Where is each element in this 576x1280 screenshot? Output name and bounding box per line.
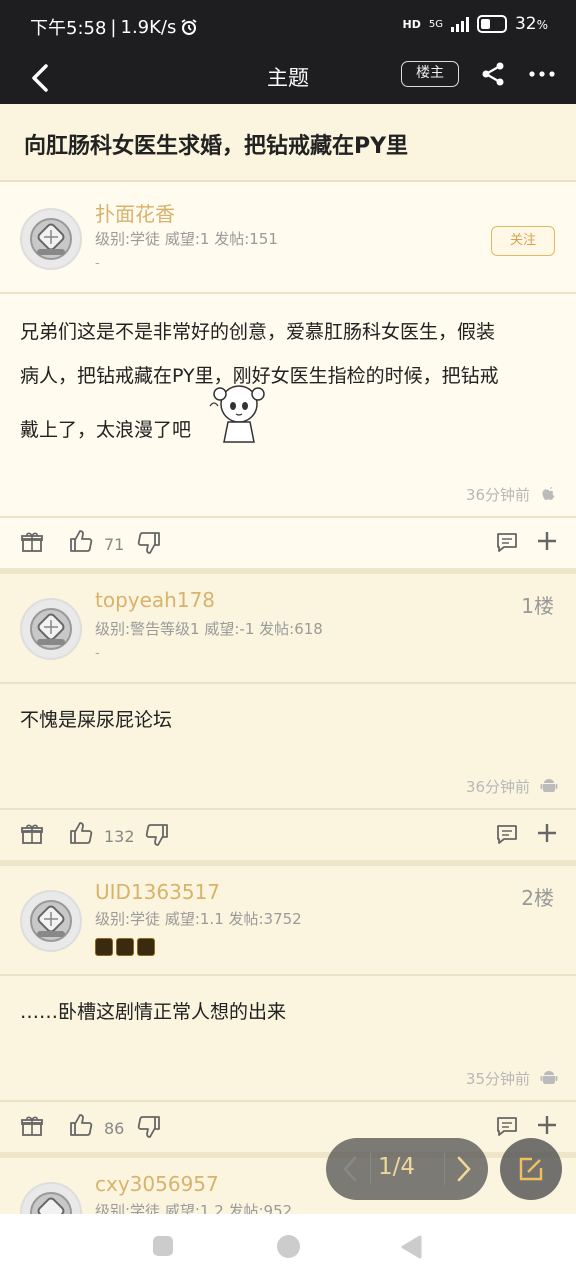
like-icon[interactable]: [68, 820, 94, 846]
android-icon: [540, 1071, 558, 1084]
post-time: 35分钟前: [465, 1070, 530, 1088]
edit-icon: [519, 1157, 543, 1181]
battery-icon: [476, 15, 507, 33]
content-line: 病人，把钻戒藏在PY里，刚好女医生指检的时候，把钻戒: [20, 365, 499, 387]
user-meta: 级别:学徒 威望:1 发帖:151: [95, 230, 278, 248]
android-icon: [540, 779, 558, 792]
topic-header: 向肛肠科女医生求婚，把钻戒藏在PY里: [0, 104, 576, 182]
status-separator: |: [110, 16, 117, 38]
pager-separator: [370, 1153, 371, 1185]
dislike-icon[interactable]: [144, 822, 170, 848]
signal-icon: [450, 16, 469, 32]
add-icon[interactable]: [536, 822, 558, 844]
divider: [0, 808, 576, 810]
comment-icon[interactable]: [495, 530, 519, 554]
post-reply: cxy3056957 级别:学徒 威望:1.2 发帖:952: [0, 1158, 576, 1214]
post-reply: UID1363517 级别:学徒 威望:1.1 发帖:3752 2楼 ……卧槽这…: [0, 866, 576, 1152]
status-time: 下午5:58: [30, 18, 107, 39]
previous-page-icon[interactable]: [340, 1154, 360, 1184]
post-time: 36分钟前: [465, 486, 530, 504]
back-button-icon[interactable]: [400, 1235, 422, 1259]
post-content: ……卧槽这剧情正常人想的出来: [20, 1001, 287, 1023]
page-navigator: 1/4: [326, 1138, 488, 1200]
user-badges: [95, 938, 155, 956]
divider: [0, 682, 576, 684]
helmet-avatar-icon: [30, 1192, 72, 1214]
gift-icon[interactable]: [20, 530, 44, 554]
pager-separator: [444, 1153, 445, 1185]
avatar[interactable]: [20, 208, 82, 270]
helmet-avatar-icon: [30, 218, 72, 260]
user-meta: 级别:学徒 威望:1.1 发帖:3752: [95, 910, 302, 928]
user-signature: -: [95, 646, 100, 661]
content-line: 戴上了，太浪漫了吧: [20, 419, 192, 441]
gift-icon[interactable]: [20, 1114, 44, 1138]
top-nav-bar: 主题 楼主: [0, 52, 576, 104]
helmet-avatar-icon: [30, 900, 72, 942]
like-icon[interactable]: [68, 1112, 94, 1138]
comment-icon[interactable]: [495, 1114, 519, 1138]
user-meta: 级别:警告等级1 威望:-1 发帖:618: [95, 620, 323, 638]
apple-icon: [542, 487, 555, 500]
post-reply: topyeah178 级别:警告等级1 威望:-1 发帖:618 - 1楼 不愧…: [0, 574, 576, 860]
recent-apps-button[interactable]: [153, 1236, 173, 1256]
avatar[interactable]: [20, 890, 82, 952]
post-original: 扑面花香 级别:学徒 威望:1 发帖:151 - 关注 兄弟们这是不是非常好的创…: [0, 182, 576, 568]
topic-title: 向肛肠科女医生求婚，把钻戒藏在PY里: [24, 134, 409, 159]
badge-icon: [137, 938, 155, 956]
anime-sticker-icon: [209, 385, 265, 443]
divider: [0, 292, 576, 294]
dislike-icon[interactable]: [136, 530, 162, 556]
dislike-icon[interactable]: [136, 1114, 162, 1140]
network-label: 5G: [428, 18, 443, 30]
comment-icon[interactable]: [495, 822, 519, 846]
badge-icon: [95, 938, 113, 956]
post-content: 兄弟们这是不是非常好的创意，爱慕肛肠科女医生，假装 病人，把钻戒藏在PY里，刚好…: [20, 310, 558, 452]
divider: [0, 516, 576, 518]
floor-number: 1楼: [521, 594, 554, 618]
divider: [0, 974, 576, 976]
like-icon[interactable]: [68, 528, 94, 554]
like-count: 86: [104, 1119, 125, 1138]
username[interactable]: UID1363517: [95, 880, 220, 904]
more-options-icon[interactable]: [528, 61, 556, 87]
next-page-icon[interactable]: [454, 1154, 474, 1184]
page-indicator[interactable]: 1/4: [378, 1154, 415, 1180]
add-icon[interactable]: [536, 530, 558, 552]
username[interactable]: topyeah178: [95, 588, 215, 612]
avatar[interactable]: [20, 598, 82, 660]
like-count: 71: [104, 535, 125, 554]
user-signature: -: [95, 256, 100, 271]
owner-only-button[interactable]: 楼主: [401, 61, 459, 87]
home-button[interactable]: [277, 1235, 300, 1258]
user-meta: 级别:学徒 威望:1.2 发帖:952: [95, 1202, 293, 1214]
follow-button[interactable]: 关注: [491, 226, 555, 256]
like-count: 132: [104, 827, 135, 846]
post-time: 36分钟前: [465, 778, 530, 796]
status-bar: 下午5:58 | 1.9K/s HD 5G 32%: [0, 0, 576, 52]
helmet-avatar-icon: [30, 608, 72, 650]
username[interactable]: cxy3056957: [95, 1172, 219, 1196]
status-speed: 1.9K/s: [120, 16, 177, 38]
add-icon[interactable]: [536, 1114, 558, 1136]
system-nav-bar: [0, 1214, 576, 1280]
avatar[interactable]: [20, 1182, 82, 1214]
post-content: 不愧是屎尿屁论坛: [20, 709, 173, 731]
alarm-icon: [181, 19, 197, 35]
divider: [0, 1100, 576, 1102]
share-icon[interactable]: [480, 61, 506, 87]
gift-icon[interactable]: [20, 822, 44, 846]
hd-icon: HD: [402, 17, 421, 31]
compose-reply-button[interactable]: [500, 1138, 562, 1200]
username[interactable]: 扑面花香: [95, 198, 175, 227]
floor-number: 2楼: [521, 886, 554, 910]
battery-level: 32%: [514, 14, 548, 34]
badge-icon: [116, 938, 134, 956]
content-line: 兄弟们这是不是非常好的创意，爱慕肛肠科女医生，假装: [20, 321, 496, 343]
